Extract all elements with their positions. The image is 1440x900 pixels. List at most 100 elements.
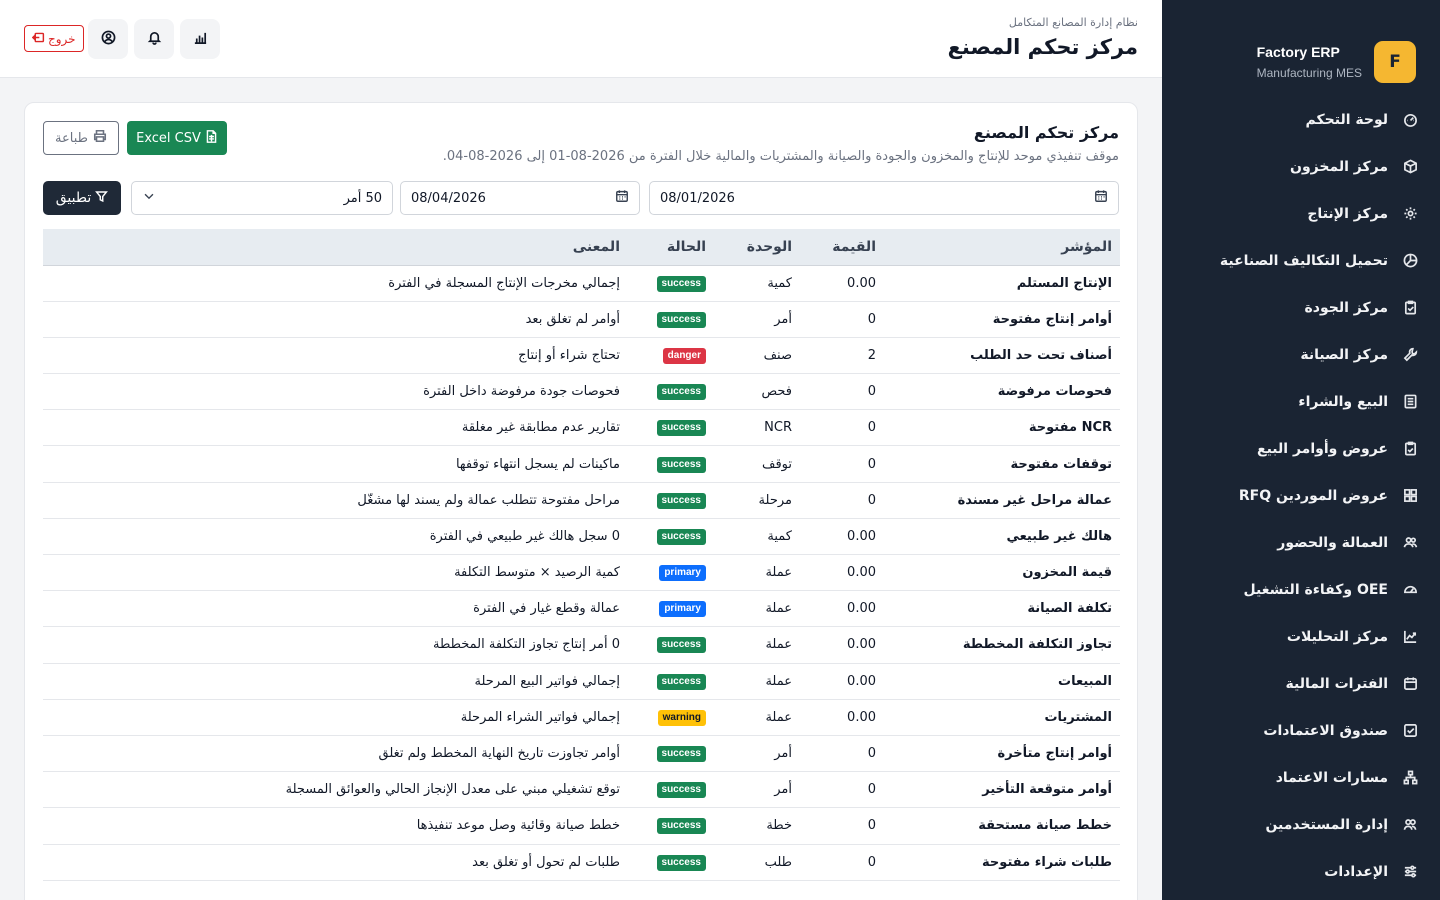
brand-name: Factory ERP [1256, 44, 1340, 60]
table-row: أوامر إنتاج متأخرة 0 أمر success أوامر تجاوز… [43, 735, 1120, 773]
date-from-input[interactable]: 08/01/2026 [649, 181, 1119, 215]
unit-cell: مرحلة [714, 482, 800, 519]
indicator-cell: NCR مفتوحة [884, 409, 1120, 447]
table-row: المبيعات 0.00 عملة success إجمالي فواتير الب… [43, 663, 1120, 700]
logout-button[interactable]: خروج [24, 25, 84, 52]
brand-subtitle: Manufacturing MES [1256, 66, 1362, 80]
status-badge: success [656, 854, 706, 871]
sidebar-item[interactable]: OEE وكفاءة التشغيل [1162, 566, 1440, 613]
sidebar-item-label: مركز الجودة [1304, 299, 1388, 316]
indicator-cell: أوامر متوقعة التأخير [884, 771, 1120, 809]
status-cell: success [628, 301, 714, 338]
value-cell: 0.00 [800, 626, 884, 664]
brand-text: Factory ERP Manufacturing MES [1257, 44, 1362, 80]
date-to-value: 08/04/2026 [411, 190, 486, 206]
calendar-icon [615, 189, 629, 207]
sidebar-item[interactable]: عروض وأوامر البيع [1162, 425, 1440, 472]
print-label: طباعة [55, 130, 88, 146]
meaning-cell: تقارير عدم مطابقة غير مغلقة [43, 409, 628, 447]
indicator-cell: أوامر إنتاج مفتوحة [884, 301, 1120, 338]
status-cell: primary [628, 554, 714, 592]
status-cell: primary [628, 590, 714, 628]
profile-button[interactable] [88, 19, 128, 59]
value-cell: 0 [800, 482, 884, 519]
top-header: نظام إدارة المصانع المتكامل مركز تحكم ال… [0, 0, 1162, 78]
sidebar-item[interactable]: مسارات الاعتماد [1162, 754, 1440, 801]
status-badge: warning [657, 709, 706, 726]
print-button[interactable]: طباعة [43, 121, 119, 155]
ledger-icon [1402, 394, 1418, 410]
table-row: أوامر متوقعة التأخير 0 أمر success توقع تشغي… [43, 771, 1120, 809]
unit-cell: أمر [714, 735, 800, 773]
sidebar-item[interactable]: مركز المخزون [1162, 143, 1440, 190]
export-excel-label: Excel CSV [136, 130, 201, 146]
value-cell: 0.00 [800, 590, 884, 628]
sidebar-item-label: البيع والشراء [1298, 393, 1388, 410]
indicator-cell: خطط صيانة مستحقة [884, 807, 1120, 845]
sidebar-item-label: العمالة والحضور [1277, 534, 1388, 551]
value-cell: 0.00 [800, 663, 884, 700]
table-row: هالك غير طبيعي 0.00 كمية success 0 سجل هالك … [43, 518, 1120, 556]
apply-filter-button[interactable]: تطبيق [43, 181, 121, 215]
meaning-cell: 0 أمر إنتاج تجاوز التكلفة المخططة [43, 626, 628, 664]
status-badge: success [656, 311, 706, 328]
sidebar-item[interactable]: مركز الصيانة [1162, 331, 1440, 378]
analytics-button[interactable] [180, 19, 220, 59]
sidebar-item[interactable]: مركز الجودة [1162, 284, 1440, 331]
status-badge: primary [659, 601, 706, 618]
sidebar-item-label: عروض وأوامر البيع [1257, 440, 1388, 457]
brand[interactable]: F Factory ERP Manufacturing MES [1162, 0, 1440, 96]
apply-label: تطبيق [55, 190, 92, 206]
indicator-cell: طلبات شراء مفتوحة [884, 844, 1120, 881]
sidebar-item[interactable]: صندوق الاعتمادات [1162, 707, 1440, 754]
sidebar-item[interactable]: الفترات المالية [1162, 660, 1440, 707]
status-cell: success [628, 518, 714, 556]
sidebar-item[interactable]: الإعدادات [1162, 848, 1440, 895]
sidebar-item[interactable]: تحميل التكاليف الصناعية [1162, 237, 1440, 284]
col-meaning: المعنى [43, 229, 628, 266]
meaning-cell: عمالة وقطع غيار في الفترة [43, 590, 628, 628]
sidebar-nav: لوحة التحكم مركز المخزون مركز الإنتاج تحميل… [1162, 96, 1440, 895]
sidebar-item[interactable]: لوحة التحكم [1162, 96, 1440, 143]
export-excel-button[interactable]: Excel CSV [127, 121, 227, 155]
meaning-cell: فحوصات جودة مرفوضة داخل الفترة [43, 373, 628, 411]
sidebar-item-label: مركز المخزون [1290, 158, 1388, 175]
status-badge: success [656, 492, 706, 509]
card-header: مركز تحكم المصنع موقف تنفيذي موحد للإنتا… [443, 123, 1119, 164]
status-cell: success [628, 626, 714, 664]
limit-select-value: 50 أمر [343, 190, 382, 206]
wrench-icon [1402, 347, 1418, 363]
table-row: تجاوز التكلفة المخططة 0.00 عملة success 0 أم… [43, 626, 1120, 664]
indicator-cell: المشتريات [884, 699, 1120, 736]
indicator-cell: أوامر إنتاج متأخرة [884, 735, 1120, 773]
sidebar-item-label: الفترات المالية [1285, 675, 1388, 692]
status-cell: danger [628, 337, 714, 375]
status-cell: success [628, 373, 714, 411]
sidebar-item[interactable]: العمالة والحضور [1162, 519, 1440, 566]
status-badge: success [656, 275, 706, 292]
sidebar-item-label: مركز الصيانة [1300, 346, 1388, 363]
sidebar-item[interactable]: عروض الموردين RFQ [1162, 472, 1440, 519]
card-title: مركز تحكم المصنع [973, 123, 1119, 142]
meaning-cell: إجمالي مخرجات الإنتاج المسجلة في الفترة [43, 265, 628, 302]
calendar-icon [1094, 189, 1108, 207]
box-arrow-icon [31, 31, 48, 47]
date-to-input[interactable]: 08/04/2026 [400, 181, 640, 215]
unit-cell: كمية [714, 518, 800, 556]
status-cell: success [628, 844, 714, 881]
notifications-button[interactable] [134, 19, 174, 59]
sidebar-item[interactable]: البيع والشراء [1162, 378, 1440, 425]
unit-cell: عملة [714, 663, 800, 700]
sidebar-item-label: إدارة المستخدمين [1265, 816, 1388, 833]
value-cell: 0 [800, 409, 884, 447]
sidebar-item[interactable]: مركز التحليلات [1162, 613, 1440, 660]
limit-select[interactable]: 50 أمر [131, 181, 393, 215]
sidebar-item[interactable]: مركز الإنتاج [1162, 190, 1440, 237]
check-square-icon [1402, 723, 1418, 739]
sidebar-item[interactable]: إدارة المستخدمين [1162, 801, 1440, 848]
sidebar-item-label: مسارات الاعتماد [1275, 769, 1388, 786]
meaning-cell: توقع تشغيلي مبني على معدل الإنجاز الحالي… [43, 771, 628, 809]
unit-cell: عملة [714, 699, 800, 736]
graph-up-icon [1402, 629, 1418, 645]
status-badge: danger [662, 347, 706, 364]
